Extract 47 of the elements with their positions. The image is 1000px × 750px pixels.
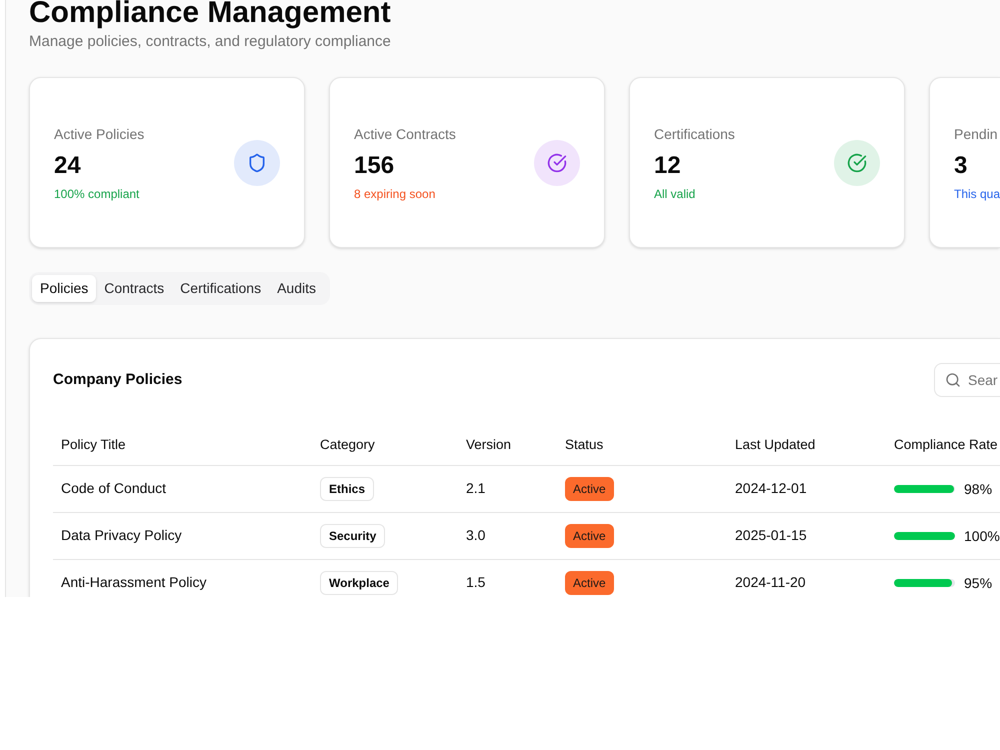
progress-bar	[894, 485, 955, 493]
stat-value: 24	[54, 150, 82, 180]
page-subtitle: Manage policies, contracts, and regulatory compliance	[29, 32, 392, 52]
tab[interactable]: Certifications	[172, 275, 270, 302]
stat-value: 3	[954, 150, 968, 180]
tab[interactable]: Policies	[32, 275, 96, 302]
policy-title: Anti-Harassment Policy	[61, 574, 206, 590]
column-header: Version	[465, 436, 512, 454]
version-text: 3.0	[466, 527, 486, 543]
card-title: Company Policies	[53, 370, 182, 390]
date-text: 2024-11-20	[735, 574, 806, 590]
tab[interactable]: Contracts	[96, 275, 172, 302]
stat-note: All valid	[654, 186, 696, 202]
policy-title: Data Privacy Policy	[61, 527, 182, 543]
column-header: Last Updated	[734, 436, 816, 454]
stat-label: Pendin	[954, 124, 999, 144]
stat-note: This qua	[954, 186, 1000, 202]
policy-title: Code of Conduct	[61, 480, 166, 496]
column-header: Policy Title	[60, 436, 127, 454]
date-text: 2024-12-01	[735, 480, 807, 496]
compliance-percent: 95%	[964, 574, 992, 592]
tab[interactable]: Audits	[269, 275, 324, 302]
status-badge: Active	[565, 524, 614, 548]
date-text: 2025-01-15	[735, 527, 807, 543]
column-header: Status	[564, 436, 604, 454]
search-icon	[945, 372, 961, 388]
stat-value: 12	[654, 150, 682, 180]
status-badge: Active	[565, 477, 614, 501]
column-header: Category	[319, 436, 376, 454]
progress-bar	[894, 579, 955, 587]
compliance-percent: 98%	[964, 480, 992, 498]
stat-label: Active Contracts	[354, 124, 456, 144]
column-header: Compliance Rate	[893, 436, 999, 454]
version-text: 2.1	[466, 480, 486, 496]
stat-value: 156	[354, 150, 396, 180]
stat-note: 8 expiring soon	[354, 186, 436, 202]
search-field[interactable]: Sear	[934, 363, 1000, 397]
stat-note: 100% compliant	[54, 186, 140, 202]
status-badge: Active	[565, 571, 614, 595]
stat-label: Active Policies	[54, 124, 144, 144]
category-tag: Workplace	[320, 571, 398, 595]
stat-label: Certifications	[654, 124, 735, 144]
category-tag: Security	[320, 524, 386, 548]
progress-bar	[894, 532, 955, 540]
category-tag: Ethics	[320, 477, 374, 501]
compliance-percent: 100%	[964, 526, 1000, 546]
version-text: 1.5	[466, 574, 486, 590]
